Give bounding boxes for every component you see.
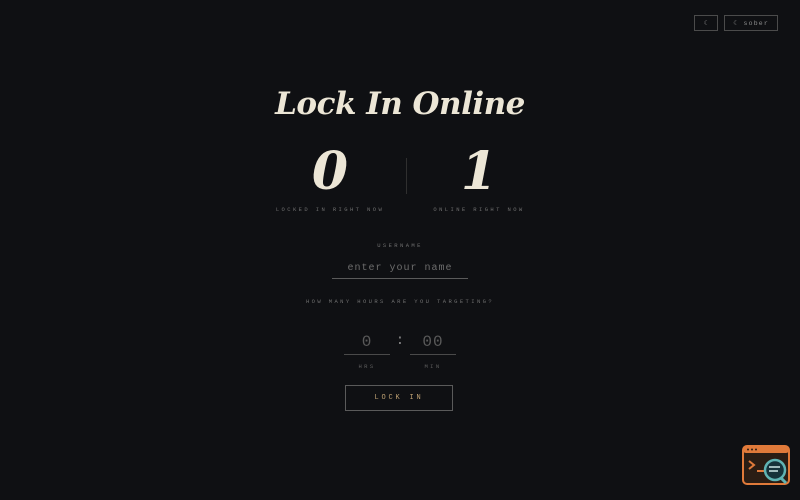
online-count: 1 [460,141,498,202]
top-bar: ☾ ☾ sober [694,15,778,31]
locked-in-label: LOCKED IN RIGHT NOW [275,206,385,213]
username-label: USERNAME [377,242,423,249]
moon-toggle-button[interactable]: ☾ [694,15,719,31]
target-hours-question: HOW MANY HOURS ARE YOU TARGETING? [305,298,495,305]
minutes-input[interactable] [410,330,456,355]
lock-in-button[interactable]: LOCK IN [345,385,453,411]
code-search-icon[interactable] [742,445,790,485]
hours-unit-label: HRS [358,363,376,370]
username-input[interactable] [332,258,468,279]
time-separator: : [395,333,405,349]
online-stat: 1 ONLINE RIGHT NOW [414,140,544,213]
online-label: ONLINE RIGHT NOW [433,206,525,213]
minutes-field: MIN [410,330,456,370]
page-title: Lock In Online [275,86,525,122]
locked-in-stat: 0 LOCKED IN RIGHT NOW [265,140,395,213]
locked-in-count: 0 [311,141,349,202]
minutes-unit-label: MIN [424,363,442,370]
hours-field: HRS [344,330,390,370]
hours-input[interactable] [344,330,390,355]
theme-button[interactable]: ☾ sober [724,15,778,31]
stats-divider [406,158,407,194]
